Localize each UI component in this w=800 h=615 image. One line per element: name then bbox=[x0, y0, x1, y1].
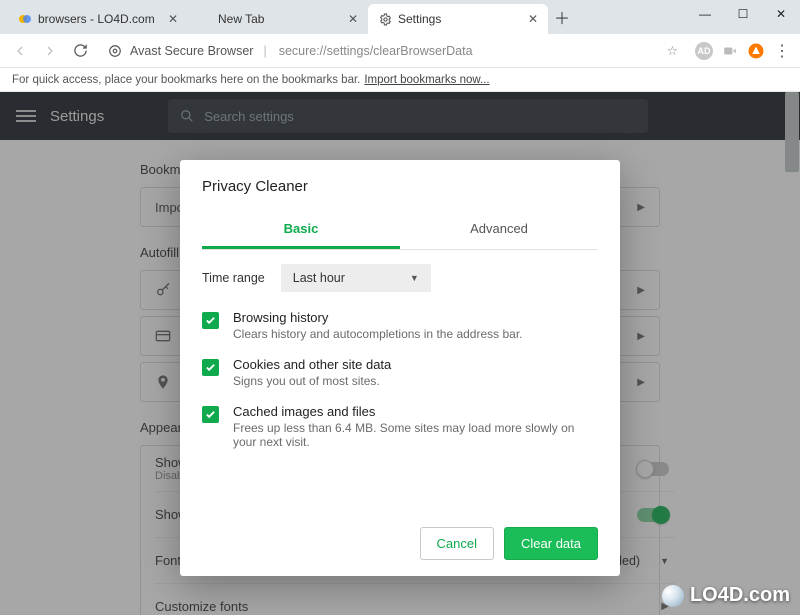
secure-icon bbox=[108, 44, 122, 58]
close-icon[interactable]: ✕ bbox=[528, 12, 538, 26]
titlebar: browsers - LO4D.com ✕ New Tab ✕ Settings… bbox=[0, 0, 800, 34]
time-range-select[interactable]: Last hour ▼ bbox=[281, 264, 431, 292]
globe-icon bbox=[662, 585, 684, 607]
close-icon[interactable]: ✕ bbox=[168, 12, 178, 26]
favicon-icon bbox=[18, 12, 32, 26]
bookmarks-hint: For quick access, place your bookmarks h… bbox=[12, 74, 360, 86]
checkbox-icon[interactable] bbox=[202, 406, 219, 423]
check-title: Browsing history bbox=[233, 310, 523, 325]
check-desc: Frees up less than 6.4 MB. Some sites ma… bbox=[233, 421, 598, 449]
tab-2[interactable]: Settings ✕ bbox=[368, 4, 548, 34]
address-bar[interactable]: Avast Secure Browser | secure://settings… bbox=[98, 38, 688, 64]
check-cookies[interactable]: Cookies and other site data Signs you ou… bbox=[202, 349, 598, 396]
checkbox-icon[interactable] bbox=[202, 359, 219, 376]
check-browsing-history[interactable]: Browsing history Clears history and auto… bbox=[202, 302, 598, 349]
forward-button[interactable] bbox=[38, 39, 62, 63]
tab-basic[interactable]: Basic bbox=[202, 211, 400, 249]
gear-icon bbox=[378, 12, 392, 26]
check-desc: Signs you out of most sites. bbox=[233, 374, 391, 388]
brand-label: Avast Secure Browser bbox=[130, 44, 253, 58]
close-window-button[interactable]: ✕ bbox=[764, 2, 798, 26]
tab-advanced[interactable]: Advanced bbox=[400, 211, 598, 249]
checkbox-icon[interactable] bbox=[202, 312, 219, 329]
check-desc: Clears history and autocompletions in th… bbox=[233, 327, 523, 341]
maximize-button[interactable]: ☐ bbox=[726, 2, 760, 26]
clear-data-button[interactable]: Clear data bbox=[504, 527, 598, 560]
tab-1[interactable]: New Tab ✕ bbox=[188, 4, 368, 34]
check-title: Cached images and files bbox=[233, 404, 598, 419]
bookmarks-bar: For quick access, place your bookmarks h… bbox=[0, 68, 800, 92]
select-value: Last hour bbox=[293, 271, 345, 285]
close-icon[interactable]: ✕ bbox=[348, 12, 358, 26]
separator: | bbox=[263, 44, 266, 58]
privacy-cleaner-dialog: Privacy Cleaner Basic Advanced Time rang… bbox=[180, 160, 620, 576]
back-button[interactable] bbox=[8, 39, 32, 63]
time-range-row: Time range Last hour ▼ bbox=[202, 250, 598, 302]
tab-strip: browsers - LO4D.com ✕ New Tab ✕ Settings… bbox=[0, 0, 576, 34]
cancel-button[interactable]: Cancel bbox=[420, 527, 494, 560]
adblock-icon[interactable]: AD bbox=[694, 41, 714, 61]
import-bookmarks-link[interactable]: Import bookmarks now... bbox=[364, 74, 489, 86]
avast-icon[interactable] bbox=[746, 41, 766, 61]
reload-button[interactable] bbox=[68, 39, 92, 63]
tab-title: browsers - LO4D.com bbox=[38, 12, 162, 26]
tab-0[interactable]: browsers - LO4D.com ✕ bbox=[8, 4, 188, 34]
time-range-label: Time range bbox=[202, 271, 265, 285]
toolbar: Avast Secure Browser | secure://settings… bbox=[0, 34, 800, 68]
menu-icon[interactable]: ⋮ bbox=[772, 41, 792, 61]
favicon-icon bbox=[198, 12, 212, 26]
video-icon[interactable] bbox=[720, 41, 740, 61]
chevron-down-icon: ▼ bbox=[410, 273, 419, 283]
window-controls: — ☐ ✕ bbox=[688, 2, 798, 26]
star-icon[interactable]: ☆ bbox=[667, 43, 678, 58]
watermark: LO4D.com bbox=[662, 584, 790, 607]
check-title: Cookies and other site data bbox=[233, 357, 391, 372]
dialog-tabs: Basic Advanced bbox=[202, 211, 598, 250]
check-cache[interactable]: Cached images and files Frees up less th… bbox=[202, 396, 598, 457]
extension-icons: AD ⋮ bbox=[694, 41, 792, 61]
dialog-title: Privacy Cleaner bbox=[202, 178, 598, 195]
url-text: secure://settings/clearBrowserData bbox=[279, 44, 659, 58]
minimize-button[interactable]: — bbox=[688, 2, 722, 26]
watermark-text: LO4D.com bbox=[690, 584, 790, 607]
new-tab-button[interactable]: ＋ bbox=[548, 3, 576, 31]
dialog-buttons: Cancel Clear data bbox=[202, 527, 598, 560]
tab-title: New Tab bbox=[218, 12, 342, 26]
tab-title: Settings bbox=[398, 12, 522, 26]
